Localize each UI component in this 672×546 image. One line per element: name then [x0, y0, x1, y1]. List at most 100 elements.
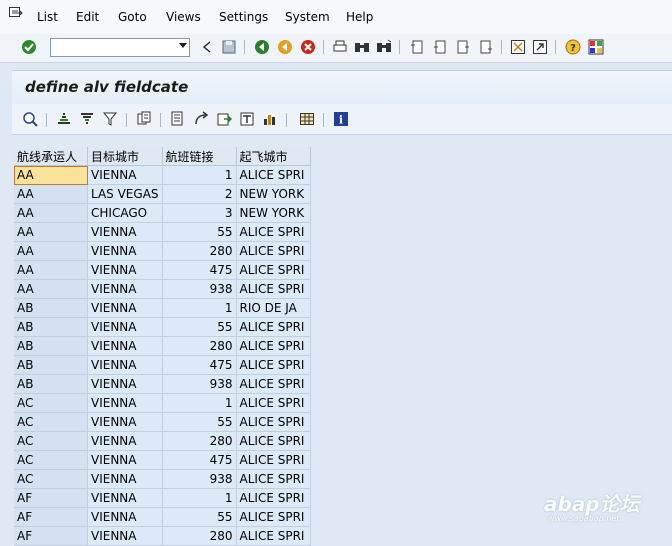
- cell[interactable]: ALICE SPRI: [236, 317, 311, 337]
- total-icon[interactable]: [135, 110, 153, 128]
- back-arrow-icon[interactable]: [198, 38, 216, 56]
- table-row[interactable]: AB VIENNA 938 ALICE SPRI: [14, 374, 311, 394]
- cell[interactable]: AA: [14, 184, 88, 204]
- table-row[interactable]: AA VIENNA 55 ALICE SPRI: [14, 222, 311, 242]
- menu-edit[interactable]: Edit: [76, 10, 99, 24]
- cell[interactable]: AB: [14, 298, 88, 318]
- command-field[interactable]: [50, 38, 190, 57]
- create-session-icon[interactable]: [509, 38, 527, 56]
- exit-icon[interactable]: [276, 38, 294, 56]
- cell[interactable]: 3: [162, 203, 237, 223]
- cell[interactable]: LAS VEGAS: [87, 184, 163, 204]
- cell[interactable]: VIENNA: [87, 431, 163, 451]
- cell[interactable]: ALICE SPRI: [236, 526, 311, 546]
- table-row[interactable]: AA LAS VEGAS 2 NEW YORK: [14, 184, 311, 204]
- cell[interactable]: AC: [14, 412, 88, 432]
- cell[interactable]: AB: [14, 317, 88, 337]
- cell[interactable]: ALICE SPRI: [236, 165, 311, 185]
- cell[interactable]: AC: [14, 393, 88, 413]
- table-row[interactable]: AA CHICAGO 3 NEW YORK: [14, 203, 311, 223]
- cell[interactable]: AA: [14, 241, 88, 261]
- cancel-icon[interactable]: [299, 38, 317, 56]
- cell[interactable]: ALICE SPRI: [236, 355, 311, 375]
- find-next-icon[interactable]: [375, 38, 393, 56]
- details-icon[interactable]: [21, 110, 39, 128]
- menu-system[interactable]: System: [285, 10, 330, 24]
- cell[interactable]: 55: [162, 222, 237, 242]
- cell[interactable]: VIENNA: [87, 317, 163, 337]
- cell[interactable]: VIENNA: [87, 279, 163, 299]
- cell[interactable]: AB: [14, 374, 88, 394]
- cell[interactable]: 1: [162, 298, 237, 318]
- sort-ascending-icon[interactable]: [55, 110, 73, 128]
- table-row[interactable]: AC VIENNA 55 ALICE SPRI: [14, 412, 311, 432]
- cell[interactable]: 475: [162, 260, 237, 280]
- system-menu-icon[interactable]: [9, 7, 23, 19]
- information-icon[interactable]: i: [332, 110, 350, 128]
- cell[interactable]: VIENNA: [87, 393, 163, 413]
- cell[interactable]: VIENNA: [87, 241, 163, 261]
- cell[interactable]: ALICE SPRI: [236, 222, 311, 242]
- table-row[interactable]: AA VIENNA 280 ALICE SPRI: [14, 241, 311, 261]
- abc-analysis-icon[interactable]: [238, 110, 256, 128]
- cell[interactable]: ALICE SPRI: [236, 469, 311, 489]
- filter-icon[interactable]: [101, 110, 119, 128]
- cell[interactable]: 475: [162, 355, 237, 375]
- table-row[interactable]: AA VIENNA 938 ALICE SPRI: [14, 279, 311, 299]
- menu-goto[interactable]: Goto: [118, 10, 147, 24]
- column-header[interactable]: 目标城市: [87, 147, 163, 166]
- menu-list[interactable]: List: [37, 10, 58, 24]
- enter-check-icon[interactable]: [20, 38, 38, 56]
- table-row[interactable]: AB VIENNA 475 ALICE SPRI: [14, 355, 311, 375]
- table-row[interactable]: AF VIENNA 55 ALICE SPRI: [14, 507, 311, 527]
- cell[interactable]: 938: [162, 374, 237, 394]
- cell[interactable]: AF: [14, 507, 88, 527]
- cell[interactable]: AC: [14, 450, 88, 470]
- cell[interactable]: NEW YORK: [236, 203, 311, 223]
- cell[interactable]: 1: [162, 393, 237, 413]
- table-row[interactable]: AB VIENNA 1 RIO DE JA: [14, 298, 311, 318]
- cell[interactable]: CHICAGO: [87, 203, 163, 223]
- cell[interactable]: 55: [162, 412, 237, 432]
- shortcut-icon[interactable]: [531, 38, 549, 56]
- cell[interactable]: AC: [14, 469, 88, 489]
- table-row[interactable]: AF VIENNA 1 ALICE SPRI: [14, 488, 311, 508]
- cell[interactable]: ALICE SPRI: [236, 412, 311, 432]
- cell[interactable]: VIENNA: [87, 412, 163, 432]
- table-row[interactable]: AC VIENNA 280 ALICE SPRI: [14, 431, 311, 451]
- chevron-down-icon[interactable]: [179, 43, 187, 48]
- cell[interactable]: ALICE SPRI: [236, 336, 311, 356]
- cell[interactable]: AA: [14, 222, 88, 242]
- cell[interactable]: VIENNA: [87, 469, 163, 489]
- cell[interactable]: 475: [162, 450, 237, 470]
- graphic-icon[interactable]: [261, 110, 279, 128]
- cell[interactable]: VIENNA: [87, 450, 163, 470]
- cell[interactable]: AF: [14, 526, 88, 546]
- cell[interactable]: VIENNA: [87, 165, 163, 185]
- cell[interactable]: VIENNA: [87, 526, 163, 546]
- menu-views[interactable]: Views: [166, 10, 201, 24]
- cell[interactable]: AB: [14, 355, 88, 375]
- cell[interactable]: VIENNA: [87, 298, 163, 318]
- cell[interactable]: AC: [14, 431, 88, 451]
- save-icon[interactable]: [220, 38, 238, 56]
- cell[interactable]: 280: [162, 336, 237, 356]
- cell[interactable]: NEW YORK: [236, 184, 311, 204]
- cell[interactable]: ALICE SPRI: [236, 488, 311, 508]
- cell[interactable]: AA: [14, 260, 88, 280]
- cell[interactable]: 280: [162, 241, 237, 261]
- cell[interactable]: 280: [162, 526, 237, 546]
- table-row[interactable]: AC VIENNA 475 ALICE SPRI: [14, 450, 311, 470]
- table-row[interactable]: AC VIENNA 1 ALICE SPRI: [14, 393, 311, 413]
- next-page-icon[interactable]: [454, 38, 472, 56]
- cell[interactable]: AB: [14, 336, 88, 356]
- cell[interactable]: 1: [162, 488, 237, 508]
- cell[interactable]: VIENNA: [87, 507, 163, 527]
- cell[interactable]: 280: [162, 431, 237, 451]
- print-preview-icon[interactable]: [169, 110, 187, 128]
- cell[interactable]: AA: [14, 165, 88, 185]
- table-row[interactable]: AF VIENNA 280 ALICE SPRI: [14, 526, 311, 546]
- cell[interactable]: 55: [162, 507, 237, 527]
- cell[interactable]: ALICE SPRI: [236, 393, 311, 413]
- cell[interactable]: VIENNA: [87, 260, 163, 280]
